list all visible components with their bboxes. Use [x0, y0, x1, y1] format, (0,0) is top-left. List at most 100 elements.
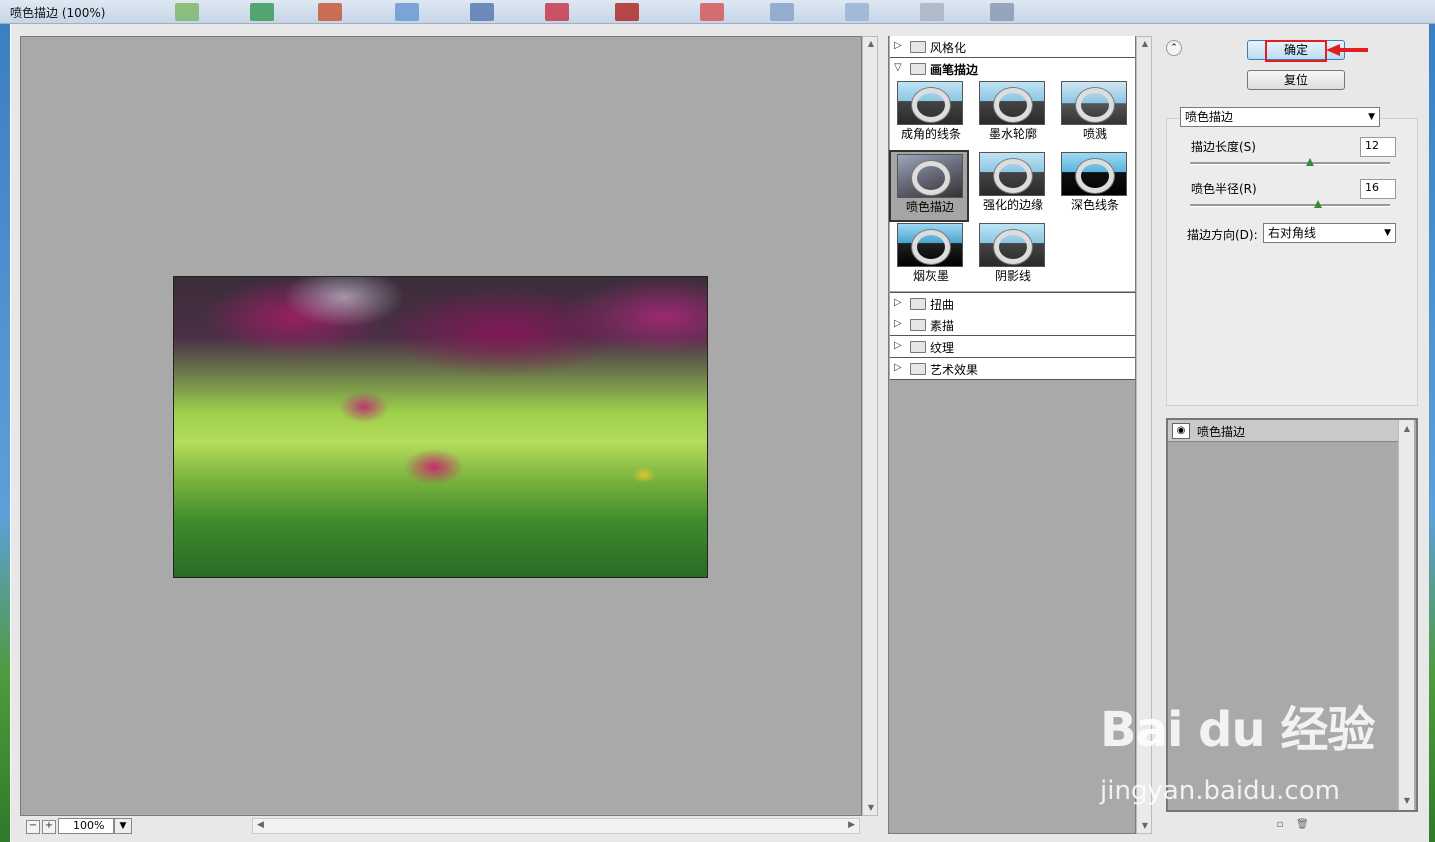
filter-thumb-ink-outlines[interactable]: 墨水轮廓 — [972, 79, 1048, 147]
scroll-down-icon[interactable]: ▼ — [863, 801, 879, 815]
scroll-down-icon[interactable]: ▼ — [1399, 794, 1415, 808]
filter-preview-image — [979, 81, 1045, 125]
folder-icon — [910, 341, 926, 353]
scroll-up-icon[interactable]: ▲ — [1399, 422, 1415, 436]
window-title: 喷色描边 (100%) — [10, 6, 106, 20]
filter-thumb-angled-strokes[interactable]: 成角的线条 — [890, 79, 966, 147]
preview-image — [173, 276, 708, 578]
folder-icon — [910, 319, 926, 331]
zoom-level-field[interactable]: 100% — [58, 818, 114, 834]
filter-thumb-crosshatch[interactable]: 阴影线 — [972, 221, 1048, 289]
stroke-length-label: 描边长度(S) — [1191, 140, 1256, 154]
stroke-length-slider-thumb[interactable] — [1306, 158, 1314, 166]
filter-thumb-accented-edges[interactable]: 强化的边缘 — [972, 150, 1048, 218]
category-label: 素描 — [930, 319, 955, 333]
category-brush-strokes[interactable]: ▽ 画笔描边 — [890, 58, 1135, 79]
stroke-direction-label: 描边方向(D): — [1187, 228, 1258, 242]
taskbar-app-icon[interactable] — [175, 3, 199, 21]
filter-thumb-dark-strokes[interactable]: 深色线条 — [1054, 150, 1130, 218]
brush-strokes-thumbnails: 成角的线条 墨水轮廓 喷溅 喷色描边 强化的边缘 深色线条 烟灰墨 阴影线 — [889, 79, 1135, 291]
filter-label: 墨水轮廓 — [988, 127, 1037, 141]
taskbar-app-icon[interactable] — [395, 3, 419, 21]
taskbar-app-icon[interactable] — [470, 3, 494, 21]
preview-horizontal-scrollbar[interactable]: ◀ ▶ — [252, 818, 860, 834]
filter-preview-image — [897, 223, 963, 267]
folder-icon — [910, 298, 926, 310]
category-label: 纹理 — [930, 341, 955, 355]
folder-icon — [910, 41, 926, 53]
layers-scrollbar[interactable]: ▲ ▼ — [1398, 420, 1414, 810]
category-texture[interactable]: ▷ 纹理 — [890, 336, 1135, 358]
filter-preview-image — [979, 152, 1045, 196]
filter-label: 阴影线 — [994, 269, 1031, 283]
filter-label: 烟灰墨 — [912, 269, 949, 283]
expand-triangle-icon[interactable]: ▷ — [894, 318, 902, 329]
delete-effect-layer-icon[interactable]: 🗑 — [1296, 819, 1309, 831]
spray-radius-label: 喷色半径(R) — [1191, 182, 1257, 196]
reset-button[interactable]: 复位 — [1247, 70, 1345, 90]
filter-label: 喷溅 — [1082, 127, 1107, 141]
taskbar-app-icon[interactable] — [250, 3, 274, 21]
zoom-out-button[interactable]: − — [26, 820, 40, 834]
new-effect-layer-icon[interactable]: ▫ — [1274, 819, 1286, 831]
eye-visibility-icon[interactable]: ◉ — [1172, 423, 1190, 439]
effect-layer-name: 喷色描边 — [1197, 425, 1246, 439]
scroll-down-icon[interactable]: ▼ — [1137, 819, 1153, 833]
spray-radius-slider[interactable] — [1190, 204, 1390, 207]
filter-thumb-spatter[interactable]: 喷溅 — [1054, 79, 1130, 147]
expand-triangle-icon[interactable]: ▷ — [894, 340, 902, 351]
spray-radius-slider-thumb[interactable] — [1314, 200, 1322, 208]
zoom-dropdown-icon[interactable]: ▼ — [114, 818, 132, 834]
filter-label: 深色线条 — [1070, 198, 1119, 212]
filter-label: 强化的边缘 — [982, 198, 1043, 212]
filter-preview-image — [1061, 152, 1127, 196]
scroll-right-icon[interactable]: ▶ — [848, 820, 855, 830]
stroke-length-input[interactable]: 12 — [1360, 137, 1396, 157]
taskbar-app-icon[interactable] — [700, 3, 724, 21]
annotation-highlight-box — [1265, 40, 1327, 62]
filter-thumb-sprayed-strokes[interactable]: 喷色描边 — [889, 150, 969, 222]
stroke-direction-dropdown[interactable]: 右对角线 ▼ — [1263, 223, 1396, 243]
category-label: 艺术效果 — [930, 363, 979, 377]
dropdown-arrow-icon: ▼ — [1368, 112, 1375, 122]
scroll-up-icon[interactable]: ▲ — [1137, 37, 1153, 51]
category-stylize[interactable]: ▷ 风格化 — [890, 36, 1135, 58]
filter-preview-image — [979, 223, 1045, 267]
taskbar-app-icon[interactable] — [615, 3, 639, 21]
filter-thumb-sumi-e[interactable]: 烟灰墨 — [890, 221, 966, 289]
watermark-url: jingyan.baidu.com — [1100, 776, 1340, 806]
taskbar-app-icon[interactable] — [990, 3, 1014, 21]
collapse-gallery-icon[interactable]: ⌃ — [1166, 40, 1182, 56]
category-label: 扭曲 — [930, 298, 955, 312]
filter-preview-image — [1061, 81, 1127, 125]
stroke-direction-value: 右对角线 — [1268, 226, 1317, 240]
filter-preview-image — [897, 154, 963, 198]
watermark-logo: Bai du 经验 — [1100, 702, 1375, 758]
stroke-length-slider[interactable] — [1190, 162, 1390, 165]
category-artistic[interactable]: ▷ 艺术效果 — [890, 358, 1135, 380]
taskbar-app-icon[interactable] — [845, 3, 869, 21]
taskbar-app-icon[interactable] — [318, 3, 342, 21]
expand-triangle-icon[interactable]: ▷ — [894, 362, 902, 373]
expand-triangle-icon[interactable]: ▷ — [894, 297, 902, 308]
spray-radius-input[interactable]: 16 — [1360, 179, 1396, 199]
filter-select-value: 喷色描边 — [1185, 110, 1234, 124]
annotation-arrow-icon — [1326, 44, 1368, 56]
zoom-in-button[interactable]: + — [42, 820, 56, 834]
collapse-triangle-icon[interactable]: ▽ — [894, 62, 902, 73]
taskbar-app-icon[interactable] — [770, 3, 794, 21]
preview-vertical-scrollbar[interactable]: ▲ ▼ — [862, 36, 878, 816]
expand-triangle-icon[interactable]: ▷ — [894, 40, 902, 51]
title-bar — [0, 0, 1435, 24]
taskbar-app-icon[interactable] — [920, 3, 944, 21]
category-sketch[interactable]: ▷ 素描 — [890, 314, 1135, 336]
desktop-background-left — [0, 24, 10, 842]
scroll-left-icon[interactable]: ◀ — [257, 820, 264, 830]
filter-select-dropdown[interactable]: 喷色描边 ▼ — [1180, 107, 1380, 127]
category-distort[interactable]: ▷ 扭曲 — [890, 292, 1135, 315]
scroll-up-icon[interactable]: ▲ — [863, 37, 879, 51]
category-label: 画笔描边 — [930, 63, 979, 77]
taskbar-app-icon[interactable] — [545, 3, 569, 21]
filter-preview-image — [897, 81, 963, 125]
folder-open-icon — [910, 63, 926, 75]
